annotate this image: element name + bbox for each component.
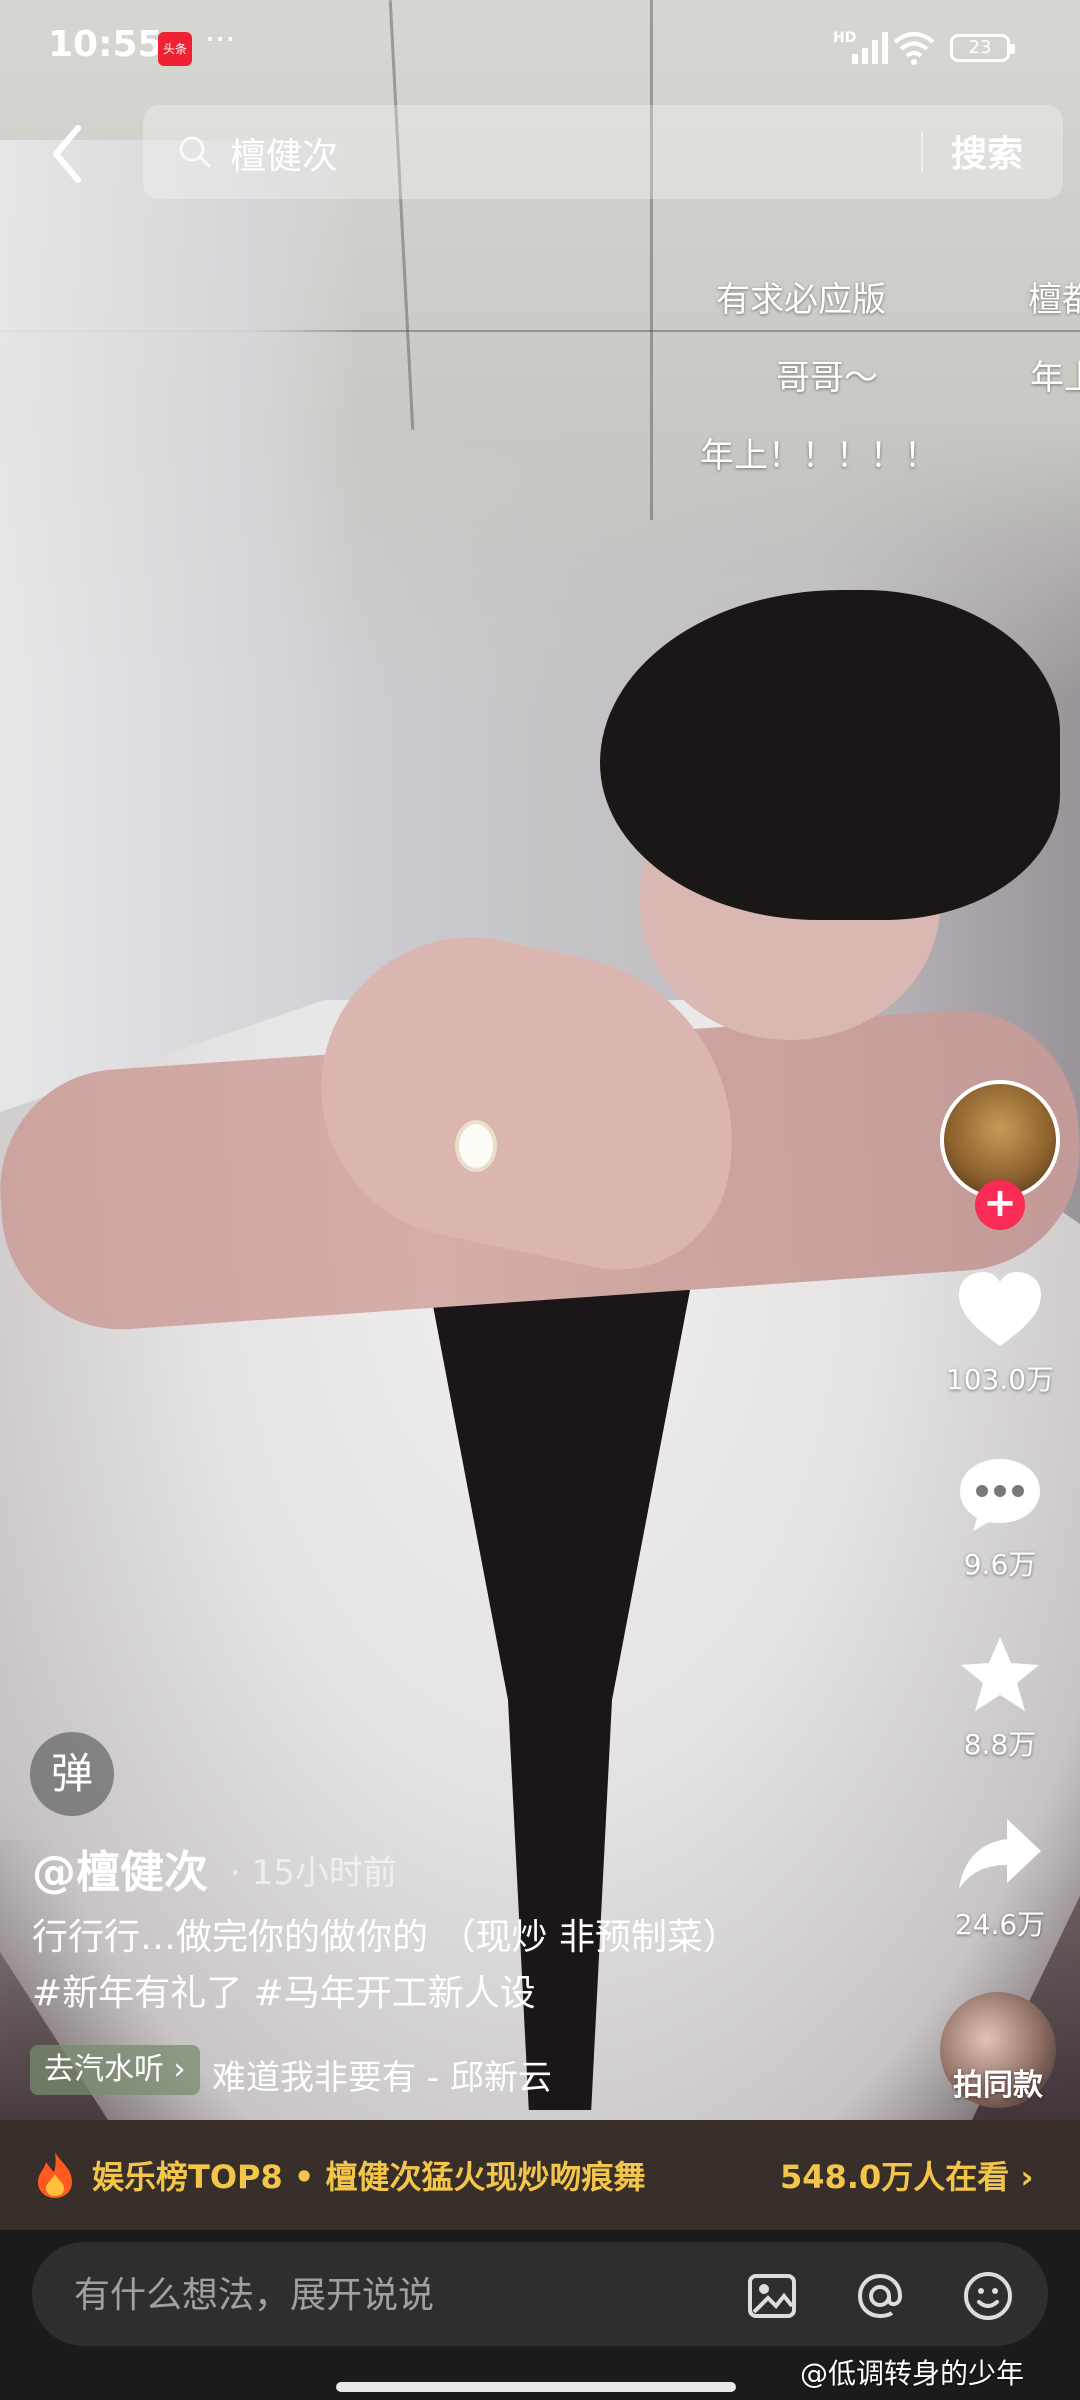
weibo-watermark: @低调转身的少年 [800, 2357, 1025, 2390]
same-style-label[interactable]: 拍同款 [940, 2060, 1056, 2104]
music-link-button[interactable]: 去汽水听 › [30, 2045, 200, 2095]
image-icon[interactable] [746, 2270, 798, 2322]
comment-bubble-icon [960, 1459, 1040, 1531]
trending-title[interactable]: 娱乐榜TOP8 • 檀健次猛火现炒吻痕舞 [92, 2152, 646, 2198]
toutiao-app-icon: 头条 [158, 32, 192, 66]
share-button[interactable]: 24.6万 [940, 1815, 1060, 1943]
search-input[interactable] [228, 125, 832, 181]
danmaku-comment: 哥哥～ [776, 358, 878, 398]
more-notifications-icon: ··· [205, 20, 236, 58]
wifi-icon [893, 32, 935, 65]
danmaku-comment: 有求必应版 [716, 280, 886, 320]
danmaku-comment: 年上！！！！！ [700, 436, 938, 476]
at-icon[interactable] [854, 2270, 906, 2322]
home-indicator[interactable] [336, 2382, 736, 2392]
share-count: 24.6万 [954, 1908, 1046, 1941]
comment-input[interactable] [72, 2266, 736, 2324]
ring [455, 1120, 497, 1172]
signal-icon [852, 32, 888, 64]
follow-button[interactable]: + [975, 1180, 1025, 1230]
status-time: 10:55 [48, 24, 163, 65]
battery-icon: 23 [950, 34, 1015, 62]
status-bar: 10:55 头条 ··· HD 23 [0, 0, 1080, 100]
music-title[interactable]: 难道我非要有 - 邱新云 [212, 2050, 552, 2099]
emoji-icon[interactable] [962, 2270, 1014, 2322]
favorite-count: 8.8万 [963, 1728, 1037, 1761]
danmaku-toggle-button[interactable]: 弹 [30, 1732, 114, 1816]
comment-button[interactable]: 9.6万 [940, 1455, 1060, 1583]
danmaku-comment: 年上 [1030, 358, 1080, 398]
caption-line: 行行行…做完你的做你的 （现炒 非预制菜） [32, 1917, 739, 1958]
danmaku-comment: 檀都 [1028, 280, 1080, 320]
search-icon [179, 136, 211, 168]
flame-icon [38, 2152, 72, 2198]
star-icon [961, 1637, 1039, 1711]
comment-box[interactable] [32, 2242, 1048, 2346]
back-icon[interactable] [42, 120, 98, 188]
favorite-button[interactable]: 8.8万 [940, 1635, 1060, 1763]
post-time: · 15小时前 [230, 1853, 397, 1893]
video-frame[interactable] [0, 0, 1080, 2120]
video-caption: 行行行…做完你的做你的 （现炒 非预制菜） #新年有礼了 #马年开工新人设 [32, 1910, 912, 2022]
author-name[interactable]: @檀健次 [32, 1836, 208, 1900]
comment-count: 9.6万 [963, 1548, 1037, 1581]
search-divider [921, 131, 923, 173]
search-button[interactable]: 搜索 [951, 125, 1023, 177]
trending-banner[interactable]: 娱乐榜TOP8 • 檀健次猛火现炒吻痕舞 548.0万人在看 › [0, 2120, 1080, 2230]
search-box[interactable]: 搜索 [143, 105, 1063, 199]
trending-viewers[interactable]: 548.0万人在看 › [780, 2152, 1034, 2198]
like-button[interactable]: 103.0万 [940, 1270, 1060, 1398]
like-count: 103.0万 [945, 1363, 1055, 1396]
caption-hashtags[interactable]: #新年有礼了 #马年开工新人设 [32, 1966, 912, 2022]
share-icon [959, 1819, 1041, 1889]
heart-icon [959, 1272, 1041, 1346]
